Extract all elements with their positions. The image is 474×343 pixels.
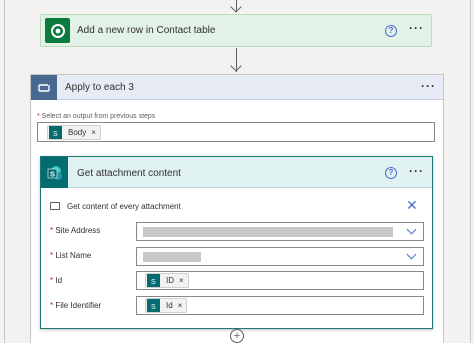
more-options-button[interactable]: ··· bbox=[409, 164, 424, 178]
list-name-dropdown[interactable] bbox=[136, 247, 424, 266]
action-title: Get attachment content bbox=[77, 168, 181, 179]
connector-arrow-icon bbox=[230, 1, 242, 13]
svg-text:S: S bbox=[50, 169, 55, 178]
help-icon[interactable]: ? bbox=[385, 25, 397, 37]
sharepoint-icon: S bbox=[49, 126, 62, 139]
help-icon[interactable]: ? bbox=[385, 167, 397, 179]
select-output-field[interactable]: S Body × bbox=[37, 122, 435, 142]
sharepoint-icon: S bbox=[147, 299, 160, 312]
comment-icon[interactable] bbox=[50, 202, 60, 210]
svg-text:S: S bbox=[151, 279, 156, 285]
id-label: * Id bbox=[50, 276, 63, 285]
chevron-down-icon[interactable] bbox=[406, 224, 417, 235]
svg-text:S: S bbox=[151, 304, 156, 310]
apply-to-each-header[interactable]: Apply to each 3 ··· bbox=[31, 75, 443, 100]
remove-token-icon[interactable]: × bbox=[91, 128, 96, 137]
redacted-value bbox=[143, 252, 201, 262]
add-row-action-card[interactable]: Add a new row in Contact table ? ··· bbox=[40, 14, 432, 47]
canvas-left-border bbox=[4, 0, 5, 343]
action-note[interactable]: Get content of every attachment bbox=[67, 202, 181, 211]
file-id-token[interactable]: S Id × bbox=[145, 298, 188, 313]
remove-token-icon[interactable]: × bbox=[178, 301, 183, 310]
id-field[interactable]: S ID × bbox=[136, 271, 424, 290]
list-name-label: * List Name bbox=[50, 251, 92, 260]
action-title: Add a new row in Contact table bbox=[77, 25, 216, 36]
select-output-label: * Select an output from previous steps bbox=[37, 113, 156, 120]
dataverse-logo-icon bbox=[45, 18, 70, 43]
sharepoint-logo-icon: S bbox=[41, 157, 68, 188]
site-address-dropdown[interactable] bbox=[136, 222, 424, 241]
file-identifier-field[interactable]: S Id × bbox=[136, 296, 424, 315]
remove-token-icon[interactable]: × bbox=[179, 276, 184, 285]
canvas-right-border bbox=[470, 0, 471, 343]
body-token[interactable]: S Body × bbox=[47, 125, 101, 140]
site-address-label: * Site Address bbox=[50, 226, 101, 235]
chevron-down-icon[interactable] bbox=[406, 249, 417, 260]
close-note-icon[interactable]: ✕ bbox=[406, 197, 418, 214]
add-step-button[interactable]: + bbox=[230, 329, 244, 343]
file-identifier-label: * File Identifier bbox=[50, 301, 102, 310]
svg-text:S: S bbox=[53, 131, 58, 137]
more-options-button[interactable]: ··· bbox=[421, 79, 436, 93]
more-options-button[interactable]: ··· bbox=[409, 21, 424, 35]
get-attachment-content-card: S Get attachment content ? ··· Get conte… bbox=[40, 156, 433, 329]
redacted-value bbox=[143, 227, 393, 237]
connector-arrow-icon bbox=[230, 60, 242, 72]
sharepoint-icon: S bbox=[147, 274, 160, 287]
apply-to-each-title: Apply to each 3 bbox=[65, 82, 134, 93]
id-token[interactable]: S ID × bbox=[145, 273, 189, 288]
get-attachment-header[interactable]: S Get attachment content ? ··· bbox=[41, 157, 432, 188]
loop-icon bbox=[31, 75, 57, 100]
